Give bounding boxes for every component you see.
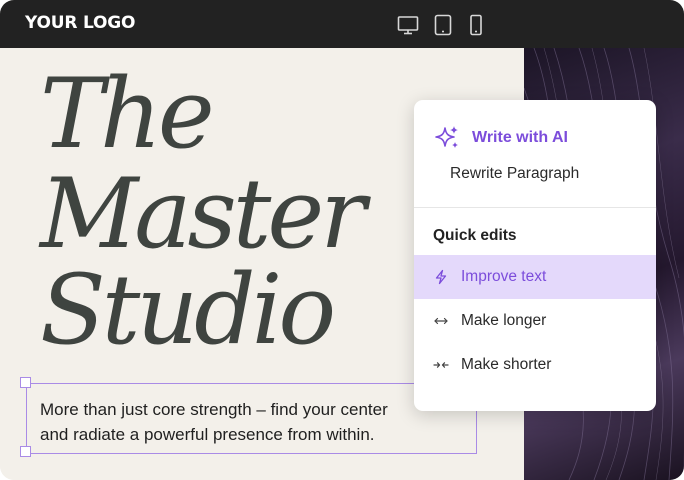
shrink-arrows-icon [433,357,449,373]
improve-text-label: Improve text [461,268,547,285]
top-bar: YOUR LOGO [0,0,684,48]
make-longer-label: Make longer [461,312,547,329]
write-with-ai-label: Write with AI [472,129,568,146]
rewrite-paragraph-option[interactable]: Rewrite Paragraph [450,165,579,183]
sparkle-icon [435,126,458,148]
logo: YOUR LOGO [25,13,136,33]
tablet-icon[interactable] [431,13,455,37]
body-line-2: and radiate a powerful presence from wit… [40,425,375,444]
quick-edits-heading: Quick edits [433,227,517,244]
mobile-icon[interactable] [464,13,488,37]
make-shorter-option[interactable]: Make shorter [414,343,656,387]
make-longer-option[interactable]: Make longer [414,299,656,343]
body-line-1: More than just core strength – find your… [40,400,388,419]
expand-arrows-icon [433,313,449,329]
resize-handle-top-left[interactable] [20,377,31,388]
desktop-icon[interactable] [396,13,420,37]
resize-handle-bottom-left[interactable] [20,446,31,457]
lightning-icon [433,269,449,285]
body-paragraph[interactable]: More than just core strength – find your… [40,397,388,447]
ai-edit-menu: Write with AI Rewrite Paragraph Quick ed… [414,100,656,411]
headline-line-3: Studio [40,254,336,366]
menu-divider [414,207,656,208]
editor-frame: YOUR LOGO The Master Studio More than ju… [0,0,684,480]
improve-text-option[interactable]: Improve text [414,255,656,299]
headline-line-1: The [40,58,215,170]
make-shorter-label: Make shorter [461,356,552,373]
write-with-ai-button[interactable]: Write with AI [433,124,568,152]
